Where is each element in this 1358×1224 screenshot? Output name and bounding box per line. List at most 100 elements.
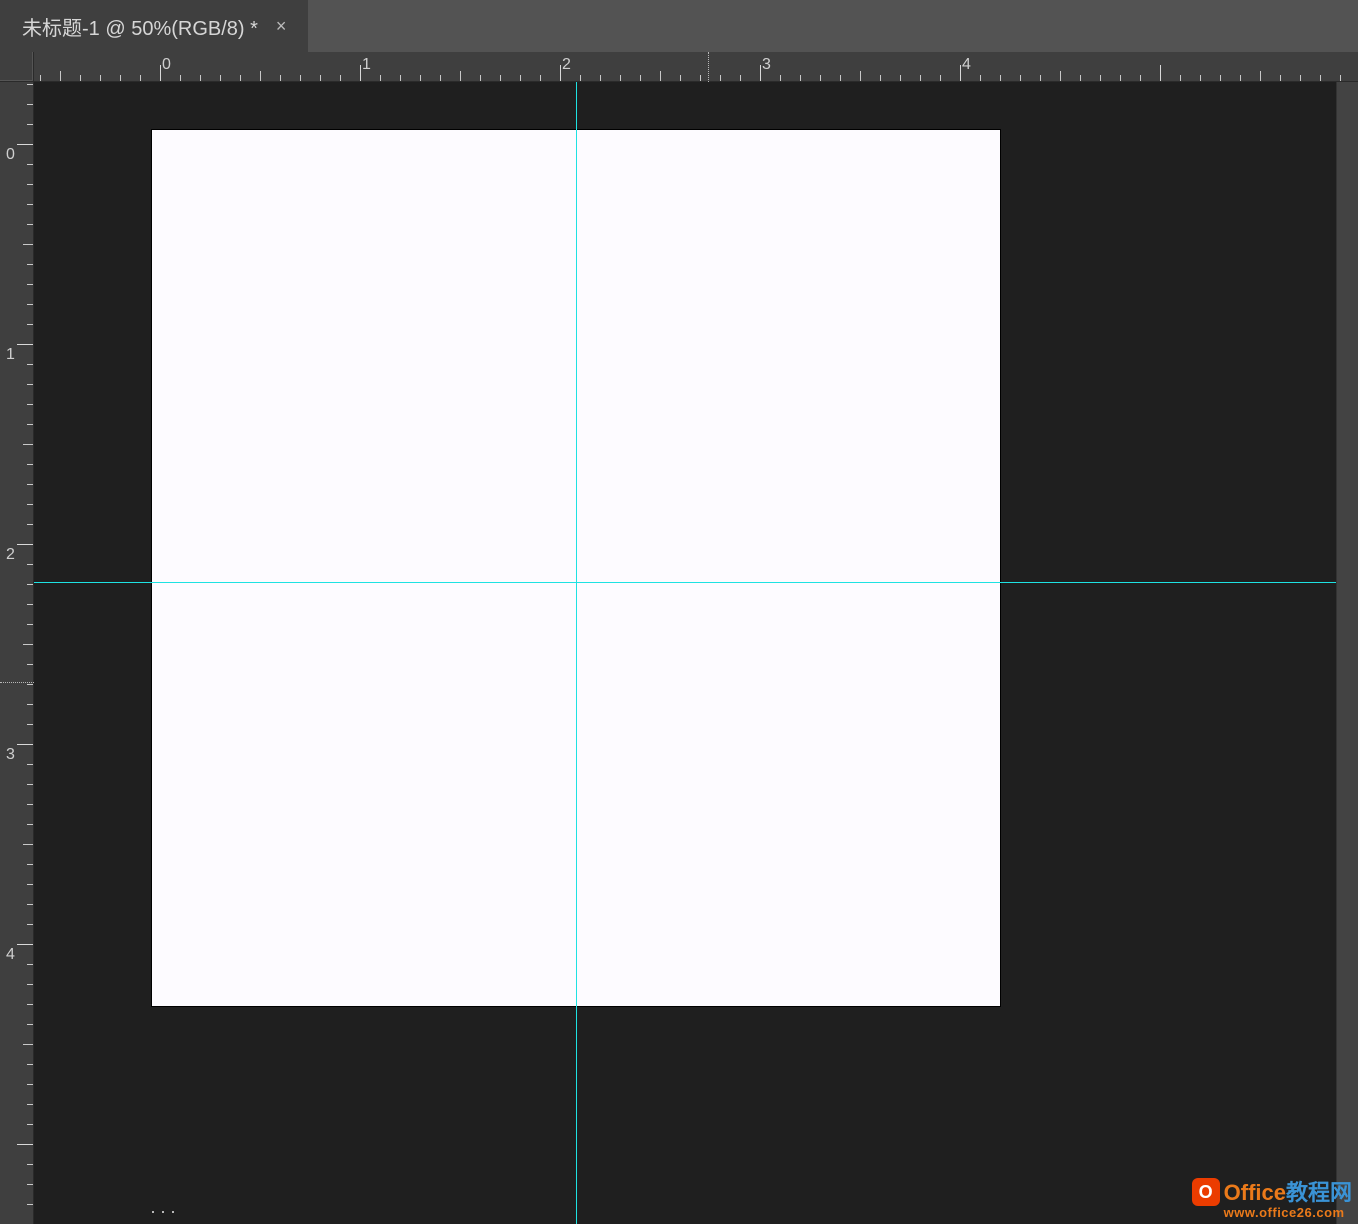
ruler-tick [1300,75,1301,81]
ruler-tick [160,65,161,81]
ruler-tick [27,484,33,485]
ruler-tick [27,1204,33,1205]
ruler-tick [880,75,881,81]
ruler-tick [200,75,201,81]
ruler-tick [23,444,33,445]
vertical-guide[interactable] [576,82,577,1224]
ruler-tick [1320,75,1321,81]
ruler-tick [27,904,33,905]
ruler-tick [80,75,81,81]
ruler-tick [17,144,33,145]
ruler-tick [300,75,301,81]
ruler-tick [23,244,33,245]
ruler-tick [1260,71,1261,81]
workspace: 01234 01234 [0,52,1358,1224]
ruler-tick [23,1044,33,1045]
watermark-brand: Office [1224,1180,1286,1205]
ruler-tick [960,65,961,81]
ruler-tick [220,75,221,81]
ruler-label: 1 [362,56,371,74]
ruler-tick [17,544,33,545]
ruler-tick [260,71,261,81]
horizontal-guide[interactable] [34,582,1358,583]
watermark-suffix: 教程网 [1286,1180,1352,1205]
ruler-tick [360,65,361,81]
ruler-tick [27,564,33,565]
ruler-tick [27,704,33,705]
ruler-tick [27,1024,33,1025]
ruler-tick [460,71,461,81]
ruler-tick [600,75,601,81]
ruler-origin-corner[interactable] [0,52,34,82]
ruler-tick [1040,75,1041,81]
ruler-tick [180,75,181,81]
ruler-tick [27,784,33,785]
ruler-label: 3 [6,746,15,764]
tab-bar: 未标题-1 @ 50%(RGB/8) * × [0,0,1358,52]
vertical-ruler[interactable]: 01234 [0,82,34,1224]
ruler-tick [27,1064,33,1065]
ruler-tick [27,204,33,205]
ruler-tick [1120,75,1121,81]
ruler-tick [1220,75,1221,81]
ruler-tick [27,84,33,85]
ruler-tick [540,75,541,81]
ruler-tick [740,75,741,81]
ruler-tick [27,764,33,765]
canvas-viewport[interactable] [34,82,1358,1224]
ruler-tick [27,124,33,125]
ruler-tick [900,75,901,81]
ruler-tick [17,344,33,345]
ruler-tick [980,75,981,81]
vertical-scrollbar[interactable] [1336,82,1358,1224]
ruler-tick [27,524,33,525]
ruler-tick [60,71,61,81]
ruler-tick [100,75,101,81]
ruler-tick [940,75,941,81]
ruler-tick [27,1084,33,1085]
ruler-tick [760,65,761,81]
ruler-label: 4 [6,946,15,964]
ruler-tick [140,75,141,81]
watermark: O Office教程网 www.office26.com [1192,1178,1352,1220]
ruler-tick [27,684,33,685]
ruler-tick [400,75,401,81]
ruler-tick [27,264,33,265]
ruler-tick [280,75,281,81]
ruler-tick [780,75,781,81]
ruler-tick [27,1184,33,1185]
ruler-tick [27,1164,33,1165]
ruler-tick [27,224,33,225]
ruler-tick [27,824,33,825]
close-icon[interactable]: × [272,14,291,39]
ruler-tick [440,75,441,81]
ruler-tick [27,624,33,625]
ruler-tick [1140,75,1141,81]
ruler-tick [640,75,641,81]
horizontal-ruler[interactable]: 01234 [34,52,1358,82]
ruler-tick [680,75,681,81]
ruler-label: 1 [6,346,15,364]
ruler-tick [40,75,41,81]
ruler-cursor-indicator-v [0,682,34,683]
ruler-tick [27,304,33,305]
ruler-tick [27,464,33,465]
document-tab[interactable]: 未标题-1 @ 50%(RGB/8) * × [0,0,308,52]
ruler-tick [1100,75,1101,81]
ruler-tick [27,664,33,665]
tab-title: 未标题-1 @ 50%(RGB/8) * [22,12,258,41]
ruler-tick [27,324,33,325]
ruler-tick [27,384,33,385]
ruler-label: 2 [6,546,15,564]
ruler-tick [27,804,33,805]
ruler-tick [340,75,341,81]
ruler-tick [27,364,33,365]
ruler-tick [500,75,501,81]
ruler-tick [700,75,701,81]
ruler-tick [380,75,381,81]
ruler-tick [1060,71,1061,81]
ruler-tick [840,75,841,81]
status-text: ··· [150,1201,180,1222]
ruler-tick [920,75,921,81]
ruler-tick [480,75,481,81]
